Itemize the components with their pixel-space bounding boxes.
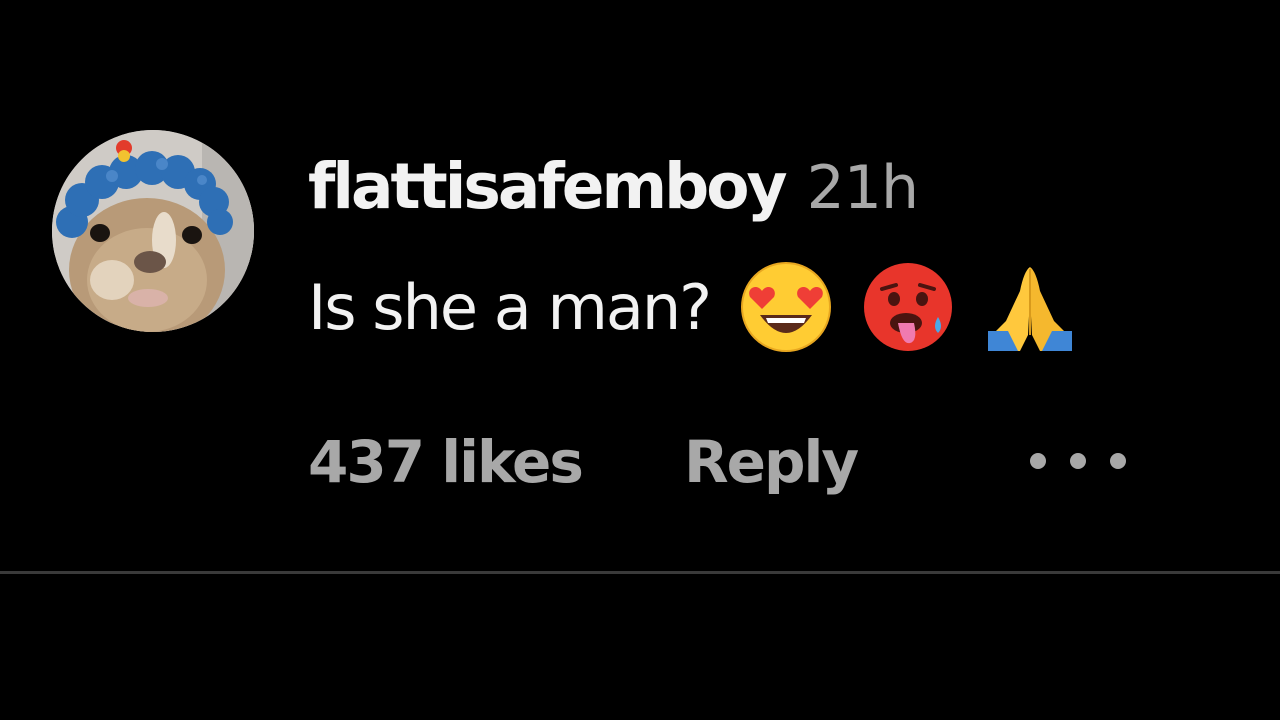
hot-face-emoji-icon <box>862 261 954 353</box>
reply-button[interactable]: Reply <box>684 428 859 496</box>
comment-item: flattisafemboy 21h Is she a man? 437 lik… <box>0 0 1280 720</box>
divider <box>0 571 1280 574</box>
dog-avatar-image <box>52 130 254 332</box>
likes-count-link[interactable]: 437 likes <box>308 428 584 496</box>
heart-eyes-emoji-icon <box>740 261 832 353</box>
comment-timestamp: 21h <box>806 153 919 223</box>
comment-actions: 437 likes Reply <box>308 428 1208 508</box>
comment-text: Is she a man? <box>308 270 712 344</box>
folded-hands-emoji-icon <box>984 261 1076 353</box>
more-options-icon[interactable] <box>1026 446 1130 476</box>
comment-body: Is she a man? <box>308 262 1076 352</box>
comment-header: flattisafemboy 21h <box>308 150 919 240</box>
avatar[interactable] <box>52 130 254 332</box>
username-link[interactable]: flattisafemboy <box>308 150 788 223</box>
